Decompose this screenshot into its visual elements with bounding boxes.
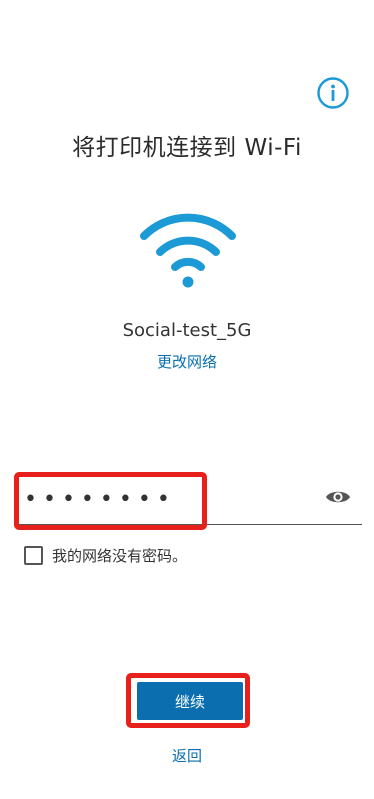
info-icon[interactable] xyxy=(316,76,350,110)
no-password-row[interactable]: 我的网络没有密码。 xyxy=(24,544,187,566)
change-network-link[interactable]: 更改网络 xyxy=(0,351,374,372)
no-password-checkbox[interactable] xyxy=(24,545,43,565)
connect-wifi-screen: 将打印机连接到 Wi-Fi Social-test_5G 更改网络 我的网络没有… xyxy=(0,0,374,799)
password-input[interactable] xyxy=(22,478,306,520)
no-password-label: 我的网络没有密码。 xyxy=(52,546,188,565)
back-link[interactable]: 返回 xyxy=(0,745,374,766)
continue-button[interactable]: 继续 xyxy=(137,682,243,720)
page-title: 将打印机连接到 Wi-Fi xyxy=(72,135,302,161)
wifi-icon xyxy=(136,206,240,290)
password-field-container xyxy=(14,472,362,526)
eye-icon[interactable] xyxy=(325,487,351,507)
network-name: Social-test_5G xyxy=(122,320,252,341)
password-underline xyxy=(14,524,362,525)
